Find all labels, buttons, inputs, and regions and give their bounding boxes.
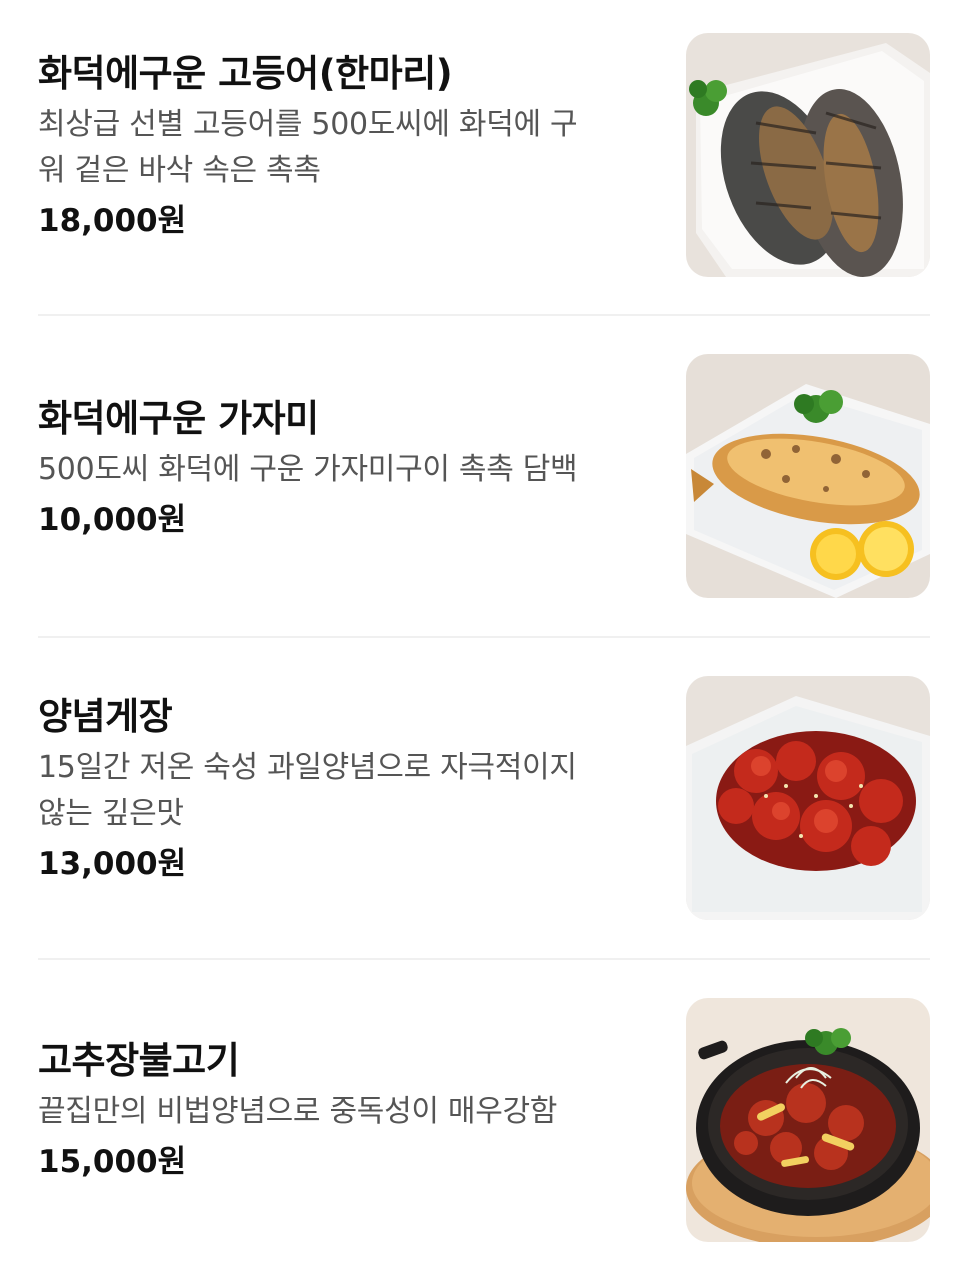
item-divider <box>38 636 930 638</box>
menu-item-text: 고추장불고기 끝집만의 비법양념으로 중독성이 매우강함 15,000원 <box>38 1037 658 1183</box>
menu-item-gochujang-bulgogi[interactable]: 고추장불고기 끝집만의 비법양념으로 중독성이 매우강함 15,000원 <box>0 965 966 1286</box>
menu-item-name: 고추장불고기 <box>38 1039 240 1082</box>
menu-item-description-line: 워 겉은 바삭 속은 촉촉 <box>38 153 321 188</box>
menu-item-description: 끝집만의 비법양념으로 중독성이 매우강함 <box>38 1089 658 1135</box>
item-divider <box>38 958 930 960</box>
menu-item-price: 13,000원 <box>38 846 187 882</box>
menu-item-name: 양념게장 <box>38 695 173 738</box>
menu-item-price: 10,000원 <box>38 502 187 538</box>
menu-item-mackerel[interactable]: 화덕에구운 고등어(한마리) 최상급 선별 고등어를 500도씨에 화덕에 구워… <box>0 0 966 321</box>
menu-item-description: 15일간 저온 숙성 과일양념으로 자극적이지않는 깊은맛 <box>38 745 658 837</box>
menu-item-name: 화덕에구운 고등어(한마리) <box>38 52 453 95</box>
menu-item-description-line: 최상급 선별 고등어를 500도씨에 화덕에 구 <box>38 107 578 142</box>
menu-list: 화덕에구운 고등어(한마리) 최상급 선별 고등어를 500도씨에 화덕에 구워… <box>0 0 966 1271</box>
seasoned-crab-image[interactable] <box>686 676 930 920</box>
menu-item-price: 15,000원 <box>38 1144 187 1180</box>
menu-item-text: 화덕에구운 고등어(한마리) 최상급 선별 고등어를 500도씨에 화덕에 구워… <box>38 50 658 242</box>
menu-item-description-line: 500도씨 화덕에 구운 가자미구이 촉촉 담백 <box>38 452 578 487</box>
menu-item-description-line: 15일간 저온 숙성 과일양념으로 자극적이지 <box>38 750 577 785</box>
menu-item-seasoned-crab[interactable]: 양념게장 15일간 저온 숙성 과일양념으로 자극적이지않는 깊은맛 13,00… <box>0 643 966 964</box>
grilled-mackerel-image[interactable] <box>686 33 930 277</box>
grilled-flounder-image[interactable] <box>686 354 930 598</box>
menu-item-description-line: 끝집만의 비법양념으로 중독성이 매우강함 <box>38 1094 558 1129</box>
gochujang-bulgogi-image[interactable] <box>686 998 930 1242</box>
item-divider <box>38 314 930 316</box>
menu-item-description: 최상급 선별 고등어를 500도씨에 화덕에 구워 겉은 바삭 속은 촉촉 <box>38 102 658 194</box>
menu-item-flounder[interactable]: 화덕에구운 가자미 500도씨 화덕에 구운 가자미구이 촉촉 담백 10,00… <box>0 321 966 642</box>
menu-item-description: 500도씨 화덕에 구운 가자미구이 촉촉 담백 <box>38 447 658 493</box>
menu-item-name: 화덕에구운 가자미 <box>38 397 319 440</box>
menu-item-text: 화덕에구운 가자미 500도씨 화덕에 구운 가자미구이 촉촉 담백 10,00… <box>38 395 658 541</box>
menu-item-price: 18,000원 <box>38 203 187 239</box>
menu-item-description-line: 않는 깊은맛 <box>38 796 184 831</box>
menu-item-text: 양념게장 15일간 저온 숙성 과일양념으로 자극적이지않는 깊은맛 13,00… <box>38 693 658 885</box>
